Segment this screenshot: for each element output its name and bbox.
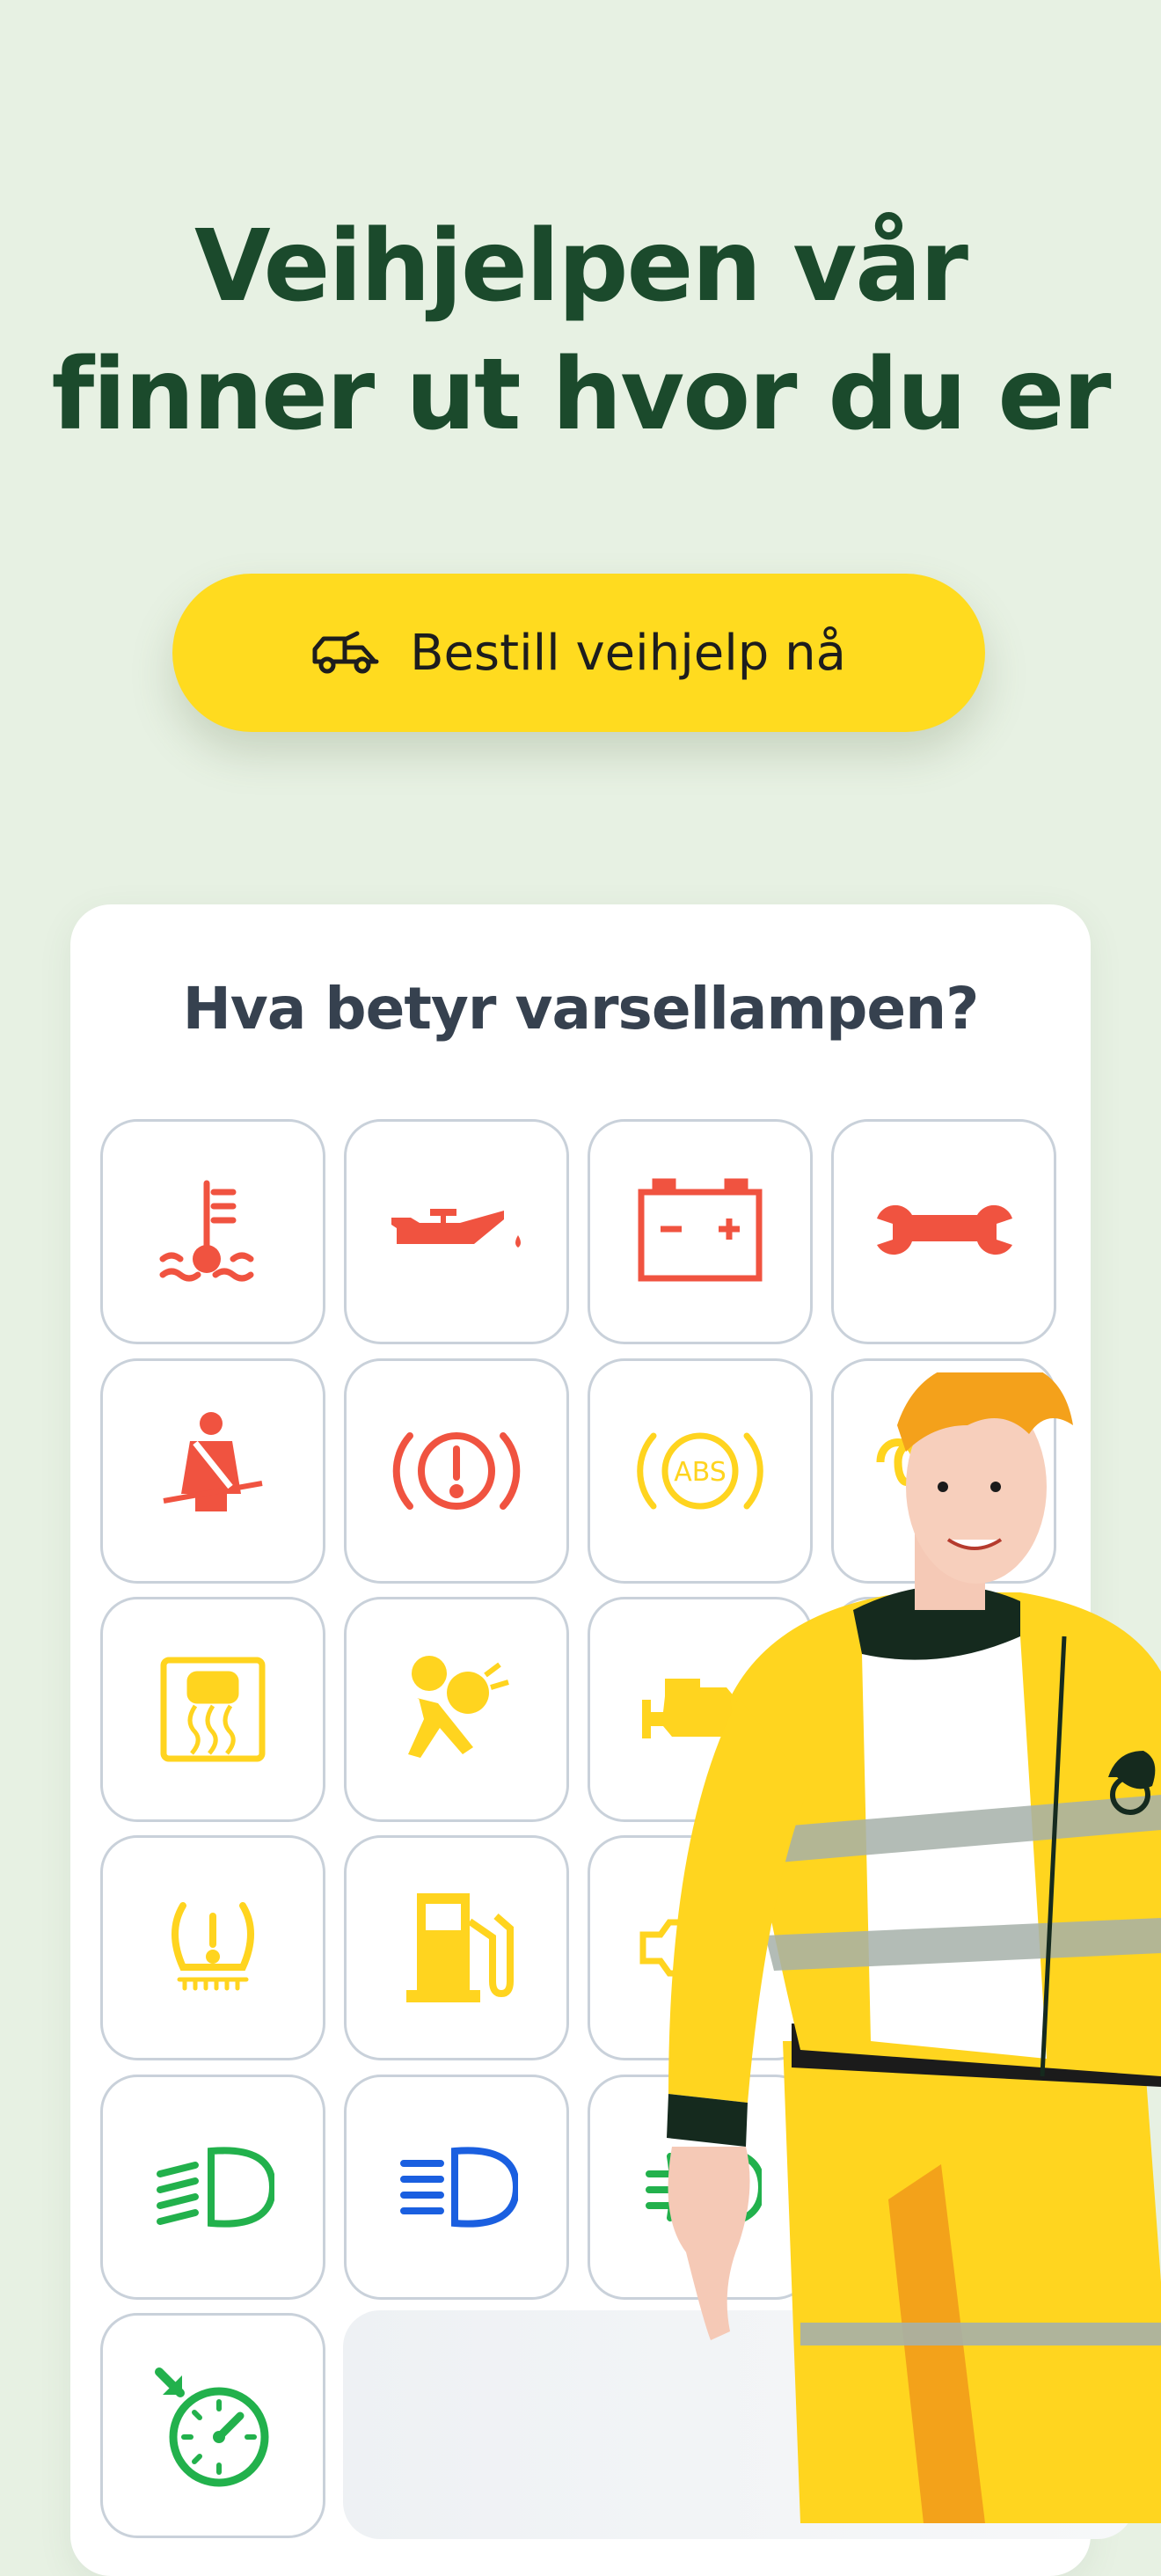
- warning-light-tile-airbag[interactable]: [344, 1597, 569, 1822]
- brake-warning-icon: [392, 1432, 521, 1510]
- warning-lights-title: Hva betyr varsellampen?: [182, 975, 980, 1043]
- fuel-icon: [406, 1893, 514, 2002]
- oil-pressure-icon: [391, 1209, 521, 1248]
- warning-light-tile-tire-pressure[interactable]: [100, 1835, 325, 2060]
- cruise-control-icon: [155, 2367, 269, 2487]
- warning-light-tile-seatbelt[interactable]: [100, 1358, 325, 1584]
- service-wrench-icon: [877, 1204, 1012, 1255]
- battery-icon: [638, 1178, 763, 1282]
- warning-light-tile-traction[interactable]: [100, 1597, 325, 1822]
- page-title: Veihjelpen vår finner ut hvor du er: [0, 202, 1161, 459]
- warning-light-tile-service[interactable]: [831, 1119, 1056, 1344]
- warning-light-tile-oil[interactable]: [344, 1119, 569, 1344]
- roadside-assistant-illustration: [667, 1372, 1161, 2523]
- order-roadside-assistance-button[interactable]: Bestill veihjelp nå: [172, 574, 985, 732]
- warning-light-tile-fuel[interactable]: [344, 1835, 569, 2060]
- tow-truck-icon: [311, 630, 380, 676]
- coolant-temperature-icon: [159, 1180, 254, 1282]
- warning-light-tile-battery[interactable]: [588, 1119, 813, 1344]
- warning-light-tile-cruise-control[interactable]: [100, 2313, 325, 2538]
- warning-light-tile-high-beam[interactable]: [344, 2075, 569, 2300]
- warning-light-tile-coolant[interactable]: [100, 1119, 325, 1344]
- seatbelt-icon: [163, 1412, 263, 1511]
- order-roadside-assistance-label: Bestill veihjelp nå: [410, 624, 846, 682]
- traction-control-icon: [160, 1657, 266, 1762]
- warning-light-tile-brake[interactable]: [344, 1358, 569, 1584]
- tire-pressure-icon: [172, 1902, 254, 1991]
- low-beam-icon: [157, 2147, 274, 2228]
- warning-light-tile-low-beam[interactable]: [100, 2075, 325, 2300]
- airbag-icon: [408, 1656, 509, 1758]
- title-line-1: Veihjelpen vår: [194, 209, 968, 324]
- title-line-2: finner ut hvor du er: [51, 338, 1111, 452]
- high-beam-icon: [400, 2147, 518, 2228]
